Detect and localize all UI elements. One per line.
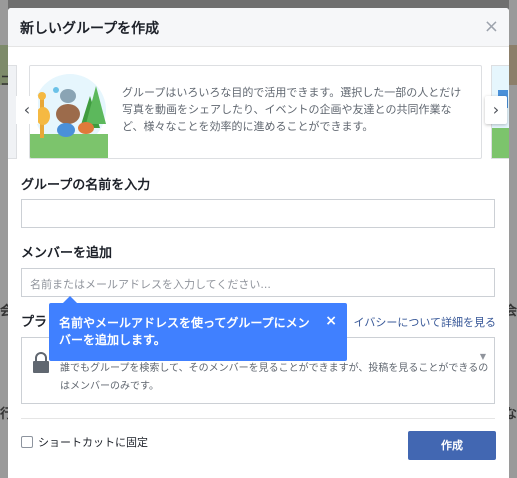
group-name-input[interactable] (21, 199, 495, 228)
carousel-next-button[interactable]: › (485, 96, 507, 124)
add-members-input[interactable]: 名前またはメールアドレスを入力してください... (21, 268, 495, 297)
privacy-learn-more-link[interactable]: イバシーについて詳細を見る (354, 314, 496, 330)
create-group-dialog: 新しいグループを作成 × グループはいろいろな目的で活用できます。選択した一部の… (8, 8, 509, 478)
lock-icon (33, 352, 49, 373)
close-icon[interactable]: × (484, 16, 499, 37)
dialog-title: 新しいグループを作成 (20, 21, 160, 37)
pin-shortcut-label: ショートカットに固定 (38, 436, 148, 449)
group-name-label: グループの名前を入力 (21, 178, 151, 193)
background-thumbnail (509, 45, 517, 85)
create-button[interactable]: 作成 (408, 431, 496, 460)
carousel-prev-button[interactable]: ‹ (16, 96, 38, 124)
intro-carousel: グループはいろいろな目的で活用できます。選択した一部の人とだけ写真を動画をシェア… (8, 56, 509, 174)
carousel-card: グループはいろいろな目的で活用できます。選択した一部の人とだけ写真を動画をシェア… (29, 65, 482, 159)
footer-divider (21, 418, 495, 419)
group-illustration-icon (30, 66, 108, 158)
tooltip-pointer (63, 296, 77, 303)
checkbox-icon[interactable] (21, 436, 33, 448)
carousel-card-text: グループはいろいろな目的で活用できます。選択した一部の人とだけ写真を動画をシェア… (122, 86, 462, 133)
privacy-label: プラ (21, 315, 48, 330)
pin-shortcut-checkbox[interactable]: ショートカットに固定 (21, 434, 148, 450)
close-icon[interactable]: × (325, 313, 337, 329)
privacy-description: 誰でもグループを検索して、そのメンバーを見ることができますが、投稿を見ることがで… (60, 363, 489, 392)
dialog-header: 新しいグループを作成 × (8, 8, 509, 47)
add-members-label: メンバーを追加 (21, 246, 113, 261)
tooltip-text: 名前やメールアドレスを使ってグループにメンバーを追加します。 (59, 316, 310, 347)
add-members-tooltip: 名前やメールアドレスを使ってグループにメンバーを追加します。 × (49, 296, 347, 361)
